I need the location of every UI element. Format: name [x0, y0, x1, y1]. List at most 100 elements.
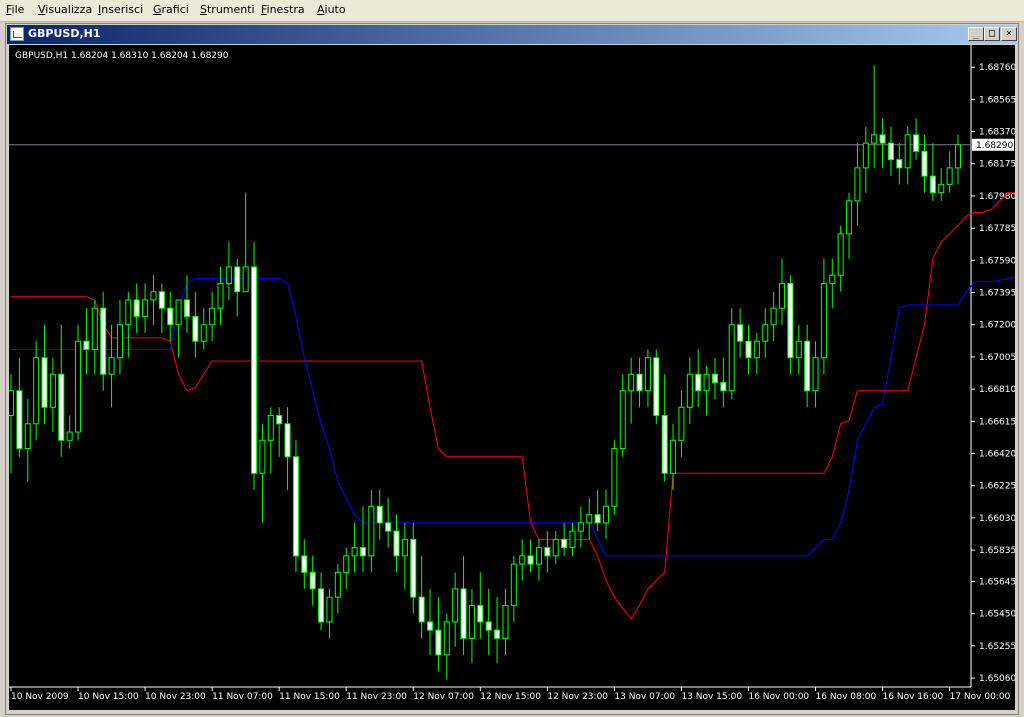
candle-body	[502, 604, 509, 639]
chart-info-label: GBPUSD,H1 1.68204 1.68310 1.68204 1.6829…	[15, 51, 229, 61]
candle-body	[913, 134, 920, 152]
candle-body	[401, 538, 408, 557]
x-tick-label: 12 Nov 15:00	[480, 692, 541, 702]
close-button[interactable]: ×	[1001, 27, 1017, 41]
candle-body	[829, 274, 836, 284]
restore-button[interactable]: □	[984, 27, 1000, 41]
menu-visualizza[interactable]: Visualizza	[38, 3, 92, 16]
candle-body	[200, 324, 207, 342]
y-tick-label: 1.67005	[979, 353, 1015, 363]
candle-body	[376, 505, 383, 524]
candle-body	[737, 324, 744, 342]
candle-body	[820, 282, 827, 359]
candle-body	[879, 134, 886, 144]
candle-body	[929, 175, 936, 194]
candle-body	[410, 538, 417, 598]
candle-body	[100, 307, 107, 375]
candle-body	[703, 373, 710, 392]
minimize-button[interactable]: _	[968, 27, 984, 41]
menu-aiuto[interactable]: Aiuto	[317, 3, 346, 16]
candle-body	[66, 431, 73, 441]
candle-body	[318, 588, 325, 623]
chart-area[interactable]: 1.68760 1.68565 1.68370 1.68175 1.67980 1.677…	[9, 45, 1015, 710]
y-tick-label: 1.67980	[979, 192, 1015, 202]
candle-body	[519, 555, 526, 565]
candle-body	[351, 547, 358, 557]
candle-body	[284, 423, 291, 458]
candle-body	[452, 588, 459, 623]
candle-body	[309, 571, 316, 590]
candle-body	[603, 505, 610, 524]
candle-body	[242, 266, 249, 293]
candle-body	[854, 167, 861, 202]
candle-body	[267, 415, 274, 441]
current-price-label: 1.68290	[976, 141, 1013, 151]
candle-body	[217, 282, 224, 309]
candle-body	[837, 233, 844, 276]
candle-body	[670, 439, 677, 474]
menu-grafici[interactable]: Grafici	[153, 3, 189, 16]
candle-body	[594, 514, 601, 524]
candle-body	[628, 373, 635, 392]
candle-body	[183, 299, 191, 317]
candle-body	[368, 505, 375, 557]
candle-body	[142, 299, 149, 317]
candle-body	[292, 456, 299, 557]
y-tick-label: 1.65645	[979, 577, 1015, 587]
menu-inserisci[interactable]: Inserisci	[98, 3, 143, 16]
candle-body	[561, 538, 568, 549]
candle-body	[778, 282, 786, 309]
x-tick-label: 10 Nov 15:00	[78, 692, 139, 702]
candle-body	[91, 307, 98, 350]
candle-body	[661, 415, 668, 474]
candle-body	[427, 621, 434, 631]
candle-body	[812, 357, 819, 392]
window-title: GBPUSD,H1	[28, 27, 101, 40]
candle-body	[644, 357, 651, 392]
candle-body	[49, 373, 56, 408]
candle-body	[795, 340, 802, 359]
candle-body	[577, 522, 584, 532]
candle-body	[787, 282, 794, 359]
candle-body	[946, 167, 953, 185]
candle-body	[234, 266, 241, 293]
candle-body	[728, 324, 735, 392]
window-titlebar[interactable]: GBPUSD,H1 _ □ ×	[7, 25, 1017, 44]
candle-body	[108, 357, 115, 375]
candle-body	[770, 307, 777, 326]
candle-body	[343, 555, 350, 573]
candle-body	[904, 134, 911, 169]
candle-body	[158, 291, 165, 309]
menu-file[interactable]: File	[6, 3, 24, 16]
candle-body	[359, 547, 366, 557]
price-chart[interactable]: 1.68760 1.68565 1.68370 1.68175 1.67980 1.677…	[9, 45, 1015, 710]
chart-window-icon[interactable]	[10, 27, 24, 41]
candle-body	[24, 423, 31, 450]
candle-body	[460, 588, 467, 639]
candle-body	[334, 571, 341, 598]
y-tick-label: 1.66615	[979, 417, 1015, 427]
y-tick-label: 1.68370	[979, 128, 1015, 138]
y-tick-label: 1.66030	[979, 514, 1015, 524]
y-tick-label: 1.68565	[979, 95, 1015, 105]
candle-body	[527, 555, 534, 565]
x-tick-label: 16 Nov 16:00	[883, 692, 944, 702]
menu-bar: File Visualizza Inserisci Grafici Strume…	[0, 0, 1024, 22]
candle-body	[83, 340, 90, 350]
y-tick-label: 1.65835	[979, 546, 1015, 556]
candle-body	[586, 514, 593, 524]
candle-body	[259, 439, 266, 474]
menu-strumenti[interactable]: Strumenti	[200, 3, 255, 16]
menu-finestra[interactable]: Finestra	[261, 3, 305, 16]
candle-body	[720, 382, 727, 392]
candle-body	[468, 604, 475, 639]
candle-body	[871, 134, 878, 144]
candle-body	[175, 299, 182, 326]
candle-body	[301, 555, 308, 573]
x-tick-label: 17 Nov 00:00	[950, 692, 1011, 702]
candle-body	[167, 307, 174, 326]
candle-body	[887, 142, 894, 161]
candle-body	[753, 340, 760, 359]
candle-body	[745, 340, 752, 359]
candle-body	[251, 266, 258, 474]
